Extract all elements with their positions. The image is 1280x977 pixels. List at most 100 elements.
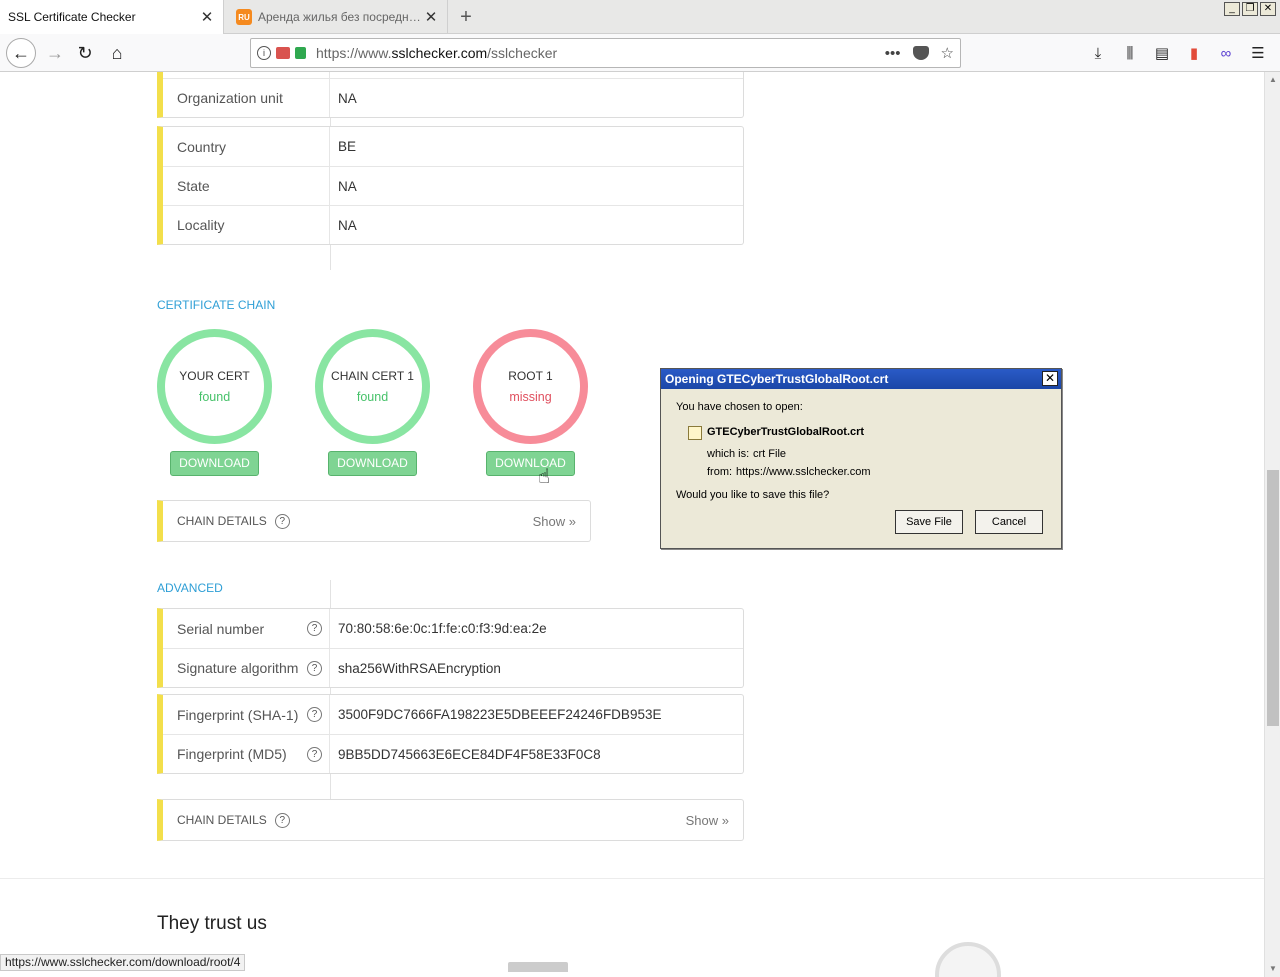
field-label: Locality — [163, 206, 330, 244]
cancel-button[interactable]: Cancel — [975, 510, 1043, 534]
field-value: NA — [338, 178, 357, 194]
page-scrollbar[interactable]: ▲ ▼ — [1264, 72, 1280, 977]
scroll-down-icon[interactable]: ▼ — [1265, 961, 1280, 977]
lock-icon[interactable] — [295, 47, 306, 59]
pocket-icon[interactable] — [912, 46, 929, 60]
cert-status: found — [356, 390, 389, 404]
help-icon[interactable]: ? — [274, 812, 290, 828]
advanced-group-1: Serial number? 70:80:58:6e:0c:1f:fe:c0:f… — [157, 608, 744, 688]
cert-name: CHAIN CERT 1 — [331, 369, 414, 383]
chain-cert-1-status: CHAIN CERT 1 found — [315, 329, 430, 444]
save-file-button[interactable]: Save File — [895, 510, 963, 534]
show-chain-details-link[interactable]: Show » — [533, 514, 576, 529]
table-row: Locality NA — [163, 205, 743, 244]
table-row: Fingerprint (MD5)? 9BB5DD745663E6ECE84DF… — [163, 734, 743, 773]
fingerprint-md5-value: 9BB5DD745663E6ECE84DF4F58E33F0C8 — [338, 746, 601, 762]
tab-rent[interactable]: RU Аренда жилья без посредников ✕ — [228, 0, 448, 34]
field-value: NA — [338, 90, 357, 106]
certificate-chain-title: CERTIFICATE CHAIN — [157, 298, 276, 312]
dialog-which-value: crt File — [753, 448, 786, 460]
url-text[interactable]: https://www.sslchecker.com/sslchecker — [316, 45, 885, 61]
tracking-blocked-icon[interactable] — [276, 47, 290, 59]
dialog-title: Opening GTECyberTrustGlobalRoot.crt — [665, 372, 889, 386]
library-icon[interactable]: ⫼ — [1120, 43, 1140, 63]
download-icon[interactable]: ⤓ — [1088, 43, 1108, 63]
scroll-up-icon[interactable]: ▲ — [1265, 72, 1280, 88]
cert-name: YOUR CERT — [179, 369, 250, 383]
close-icon[interactable]: ✕ — [199, 9, 215, 26]
hand-cursor-icon: ☝ — [538, 466, 551, 488]
help-icon[interactable]: ? — [307, 707, 322, 722]
dialog-from-label: from: — [707, 466, 733, 478]
tab-title: Аренда жилья без посредников — [258, 10, 423, 24]
dialog-titlebar[interactable]: Opening GTECyberTrustGlobalRoot.crt ✕ — [661, 369, 1061, 389]
address-bar[interactable]: i https://www.sslchecker.com/sslchecker … — [250, 38, 961, 68]
reload-icon[interactable]: ↻ — [70, 38, 100, 68]
scrollbar-thumb[interactable] — [1267, 470, 1279, 726]
subject-group: Organization unit NA — [157, 72, 744, 118]
site-favicon-icon: RU — [236, 9, 252, 25]
back-arrow-icon[interactable]: ← — [6, 38, 36, 68]
chain-details-panel-advanced[interactable]: CHAIN DETAILS ? Show » — [157, 799, 744, 841]
extension-icon[interactable]: ▮ — [1184, 43, 1204, 63]
download-your-cert-button[interactable]: DOWNLOAD — [170, 451, 259, 476]
field-label: Fingerprint (MD5)? — [163, 735, 330, 773]
tab-strip: SSL Certificate Checker ✕ RU Аренда жиль… — [0, 0, 1280, 34]
trust-section-title: They trust us — [157, 913, 267, 934]
location-group: Country BE State NA Locality NA — [157, 126, 744, 245]
dialog-from-value: https://www.sslchecker.com — [736, 466, 871, 478]
new-tab-icon[interactable]: + — [454, 5, 478, 29]
dialog-intro: You have chosen to open: — [676, 401, 803, 413]
field-label: Serial number? — [163, 609, 330, 648]
tab-ssl-checker[interactable]: SSL Certificate Checker ✕ — [0, 0, 224, 34]
home-icon[interactable]: ⌂ — [102, 38, 132, 68]
navigation-toolbar: ← → ↻ ⌂ i https://www.sslchecker.com/ssl… — [0, 34, 1280, 72]
table-row: State NA — [163, 166, 743, 205]
sidebar-icon[interactable]: ▤ — [1152, 43, 1172, 63]
chain-details-label: CHAIN DETAILS — [177, 514, 267, 528]
certificate-file-icon — [688, 426, 702, 440]
field-label: Country — [163, 127, 330, 166]
root-1-status: ROOT 1 missing — [473, 329, 588, 444]
field-label: Fingerprint (SHA-1)? — [163, 695, 330, 734]
minimize-icon[interactable]: _ — [1224, 2, 1240, 16]
help-icon[interactable]: ? — [274, 513, 290, 529]
cert-status: found — [198, 390, 231, 404]
download-root-button[interactable]: DOWNLOAD — [486, 451, 575, 476]
window-close-icon[interactable]: ✕ — [1260, 2, 1276, 16]
help-icon[interactable]: ? — [307, 621, 322, 636]
bookmark-star-icon[interactable]: ☆ — [941, 44, 954, 62]
chain-details-panel[interactable]: CHAIN DETAILS ? Show » — [157, 500, 591, 542]
your-cert-status: YOUR CERT found — [157, 329, 272, 444]
show-chain-details-link[interactable]: Show » — [686, 813, 729, 828]
dialog-close-icon[interactable]: ✕ — [1042, 371, 1058, 386]
forward-arrow-icon[interactable]: → — [40, 38, 70, 68]
field-label: Signature algorithm? — [163, 649, 330, 687]
advanced-title: ADVANCED — [157, 581, 223, 595]
field-label: State — [163, 167, 330, 205]
chain-details-label: CHAIN DETAILS — [177, 813, 267, 827]
page-actions-icon[interactable]: ••• — [885, 45, 901, 62]
signature-algorithm-value: sha256WithRSAEncryption — [338, 660, 501, 676]
help-icon[interactable]: ? — [307, 747, 322, 762]
field-label: Organization unit — [163, 79, 330, 117]
help-icon[interactable]: ? — [307, 661, 322, 676]
section-divider — [0, 878, 1264, 879]
table-row: Serial number? 70:80:58:6e:0c:1f:fe:c0:f… — [163, 609, 743, 648]
restore-icon[interactable]: ❐ — [1242, 2, 1258, 16]
partner-logo-icon — [508, 962, 568, 972]
serial-number-value: 70:80:58:6e:0c:1f:fe:c0:f3:9d:ea:2e — [338, 621, 547, 636]
close-icon[interactable]: ✕ — [423, 9, 439, 26]
field-value: BE — [338, 139, 357, 154]
dialog-which-label: which is: — [707, 448, 750, 460]
advanced-group-2: Fingerprint (SHA-1)? 3500F9DC7666FA19822… — [157, 694, 744, 774]
open-file-dialog: Opening GTECyberTrustGlobalRoot.crt ✕ Yo… — [660, 368, 1062, 549]
table-row: Fingerprint (SHA-1)? 3500F9DC7666FA19822… — [163, 695, 743, 734]
extension-link-icon[interactable]: ∞ — [1216, 43, 1236, 63]
toolbar-right: ⤓ ⫼ ▤ ▮ ∞ ☰ — [1088, 38, 1280, 68]
status-bar-url: https://www.sslchecker.com/download/root… — [0, 954, 246, 971]
download-chain-cert-button[interactable]: DOWNLOAD — [328, 451, 417, 476]
menu-icon[interactable]: ☰ — [1248, 43, 1268, 63]
cert-status: missing — [509, 390, 552, 404]
info-icon[interactable]: i — [257, 46, 271, 60]
